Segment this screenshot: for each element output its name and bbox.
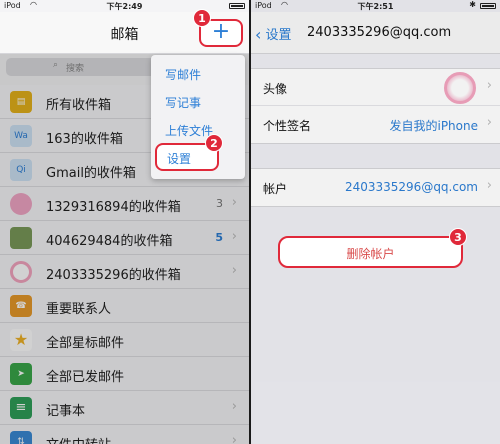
list-item-label: Gmail的收件箱 <box>46 166 136 181</box>
sent-icon: ➤ <box>10 363 32 385</box>
list-item[interactable]: ≡ 记事本 › <box>0 391 249 425</box>
search-input[interactable]: ⌕ 搜索 <box>6 58 156 76</box>
list-item-label: 全部已发邮件 <box>46 370 125 385</box>
account-group: 帐户 2403335296@qq.com › <box>251 168 500 207</box>
search-placeholder: 搜索 <box>66 64 85 74</box>
list-item-label: 163的收件箱 <box>46 132 123 147</box>
chevron-right-icon: › <box>231 195 237 210</box>
chevron-right-icon: › <box>231 433 237 444</box>
time-label: 下午2:51 <box>357 2 394 11</box>
avatar <box>444 72 476 104</box>
gmail-icon: Qi <box>10 159 32 181</box>
signature-row[interactable]: 个性签名 发自我的iPhone › <box>251 106 500 143</box>
delete-account-label: 删除帐户 <box>346 247 395 261</box>
avatar-icon <box>10 193 32 215</box>
bluetooth-icon: ✱ <box>469 0 476 9</box>
unread-count: 5 <box>215 231 223 244</box>
star-icon: ★ <box>10 329 32 351</box>
avatar-icon <box>10 261 32 283</box>
time-label: 下午2:49 <box>106 2 143 11</box>
mailbox-screen: iPod ◠ 下午2:49 邮箱 + 1 ⌕ 搜索 ▤ 所有收件箱 Wa 163… <box>0 0 249 444</box>
battery-icon <box>229 3 245 9</box>
account-row[interactable]: 帐户 2403335296@qq.com › <box>251 169 500 206</box>
delete-account-button[interactable]: 删除帐户 <box>278 236 463 268</box>
list-item[interactable]: ☎ 重要联系人 <box>0 289 249 323</box>
list-item[interactable]: 404629484的收件箱 5 › <box>0 221 249 255</box>
search-icon: ⌕ <box>53 60 59 70</box>
list-item-label: 全部星标邮件 <box>46 336 125 351</box>
list-item-label: 文件中转站 <box>46 434 111 444</box>
list-item-label: 记事本 <box>46 404 86 419</box>
chevron-left-icon: ‹ <box>255 25 262 44</box>
back-label: 设置 <box>265 28 292 43</box>
list-item-label: 重要联系人 <box>46 302 112 317</box>
nav-bar: ‹ 设置 2403335296@qq.com <box>251 12 500 54</box>
menu-item-upload-file[interactable]: 上传文件 <box>165 122 213 139</box>
signature-value: 发自我的iPhone <box>389 119 478 133</box>
unread-count: 3 <box>216 197 223 210</box>
list-item-label: 所有收件箱 <box>46 98 112 113</box>
chevron-right-icon: › <box>486 115 492 130</box>
back-button[interactable]: ‹ 设置 <box>255 24 292 44</box>
list-item[interactable]: 1329316894的收件箱 3 › <box>0 187 249 221</box>
step-badge-1: 1 <box>193 9 211 27</box>
nav-bar: 邮箱 + 1 <box>0 9 249 54</box>
step-badge-2: 2 <box>205 134 223 152</box>
list-item[interactable]: ★ 全部星标邮件 <box>0 323 249 357</box>
chevron-right-icon: › <box>231 263 237 278</box>
chevron-right-icon: › <box>231 399 237 414</box>
list-item-label: 404629484的收件箱 <box>46 234 173 249</box>
status-bar: iPod ◠ 下午2:51 ✱ <box>251 0 500 12</box>
chevron-right-icon: › <box>231 229 237 244</box>
all-inbox-icon: ▤ <box>10 91 32 113</box>
contacts-icon: ☎ <box>10 295 32 317</box>
avatar-label: 头像 <box>263 82 288 96</box>
account-settings-screen: iPod ◠ 下午2:51 ✱ ‹ 设置 2403335296@qq.com 头… <box>251 0 500 444</box>
step-badge-3: 3 <box>449 228 467 246</box>
file-transfer-icon: ⇅ <box>10 431 32 444</box>
chevron-right-icon: › <box>486 178 492 193</box>
list-item[interactable]: ⇅ 文件中转站 › <box>0 425 249 444</box>
account-label: 帐户 <box>263 182 288 196</box>
account-value: 2403335296@qq.com <box>344 180 478 194</box>
list-item-label: 2403335296的收件箱 <box>46 268 181 283</box>
menu-item-settings-label: 设置 <box>167 152 192 166</box>
list-item[interactable]: 2403335296的收件箱 › <box>0 255 249 289</box>
chevron-right-icon: › <box>486 78 492 93</box>
profile-group: 头像 › 个性签名 发自我的iPhone › <box>251 68 500 144</box>
menu-item-compose[interactable]: 写邮件 <box>165 66 201 83</box>
add-menu: 写邮件 写记事 上传文件 设置 2 <box>151 55 245 179</box>
page-title: 2403335296@qq.com <box>307 25 452 40</box>
battery-icon <box>480 3 496 9</box>
list-item-label: 1329316894的收件箱 <box>46 200 181 215</box>
avatar-row[interactable]: 头像 › <box>251 69 500 106</box>
signature-label: 个性签名 <box>263 119 312 133</box>
list-item[interactable]: ➤ 全部已发邮件 <box>0 357 249 391</box>
notes-icon: ≡ <box>10 397 32 419</box>
163-mail-icon: Wa <box>10 125 32 147</box>
status-bar: iPod ◠ 下午2:49 <box>0 0 249 12</box>
avatar-icon <box>10 227 32 249</box>
menu-item-write-note[interactable]: 写记事 <box>165 94 201 111</box>
